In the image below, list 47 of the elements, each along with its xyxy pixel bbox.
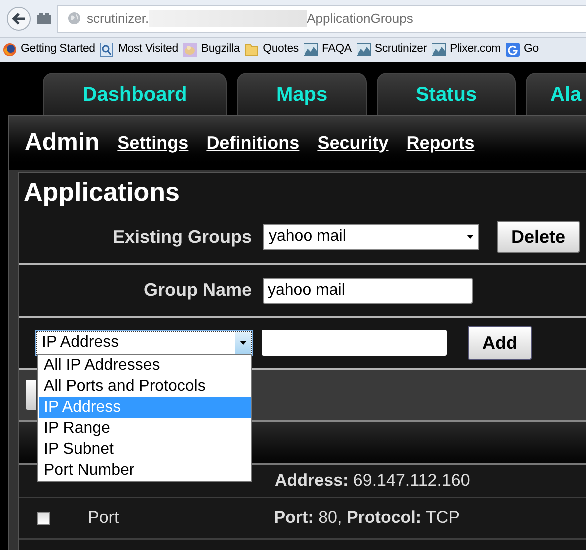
row-checkbox[interactable] — [37, 512, 50, 524]
browser-logo-icon — [3, 43, 17, 57]
type-select[interactable]: IP Address — [36, 331, 252, 355]
table-cell-text: Port — [88, 507, 120, 530]
admin-link[interactable]: Reports — [406, 130, 475, 156]
nav-tab[interactable]: Status — [377, 73, 516, 115]
group-name-field[interactable]: yahoo mail — [263, 278, 473, 304]
nav-tab[interactable]: Dashboard — [43, 73, 227, 115]
table-cell-text: Address: 69.147.112.160 — [275, 470, 470, 492]
value-field[interactable] — [262, 330, 447, 356]
panel-title: Applications — [24, 176, 180, 208]
bookmark-item[interactable]: Go — [506, 41, 539, 59]
back-arrow-icon — [12, 12, 26, 24]
field-label: Group Name — [142, 279, 252, 302]
group-select[interactable]: yahoo mail — [263, 224, 479, 250]
bookmark-item[interactable]: Most Visited — [100, 41, 178, 59]
admin-link[interactable]: Definitions — [206, 130, 300, 156]
bookmark-item[interactable]: Scrutinizer — [356, 41, 427, 59]
address-bar[interactable]: scrutinizer. ApplicationGroups — [57, 4, 586, 32]
url-text: scrutinizer. — [87, 10, 150, 28]
dropdown-caret-icon — [466, 235, 474, 239]
url-text: ApplicationGroups — [307, 10, 414, 28]
add-button[interactable]: Add — [468, 326, 532, 360]
delete-button[interactable]: Delete — [497, 221, 580, 253]
field-label: Existing Groups — [112, 226, 252, 249]
dropdown-caret-icon — [240, 341, 246, 345]
nav-tab[interactable]: Ala — [526, 73, 586, 115]
admin-title: Admin — [25, 128, 100, 158]
bookmark-item[interactable]: Plixer.com — [432, 41, 502, 59]
bookmark-item[interactable]: FAQA — [304, 41, 352, 59]
bookmark-item[interactable]: Quotes — [245, 41, 299, 59]
back-button[interactable] — [7, 6, 31, 30]
table-cell-text: Port: 80, Protocol: TCP — [274, 507, 460, 530]
bookmark-item[interactable]: Getting Started — [3, 41, 96, 59]
folder-icon — [245, 43, 260, 57]
chart-icon — [304, 43, 318, 57]
admin-link[interactable]: Security — [318, 130, 389, 156]
bug-icon — [183, 43, 198, 57]
nav-tab[interactable]: Maps — [237, 73, 367, 115]
magnifier-page-icon — [100, 43, 114, 57]
globe-icon — [68, 12, 81, 25]
admin-link[interactable]: Settings — [118, 130, 189, 156]
bookmark-item[interactable]: Bugzilla — [183, 41, 240, 59]
tab-list-icon — [37, 13, 51, 24]
chart-icon — [432, 43, 446, 57]
search-logo-icon — [506, 43, 520, 57]
chart-icon — [356, 43, 371, 57]
